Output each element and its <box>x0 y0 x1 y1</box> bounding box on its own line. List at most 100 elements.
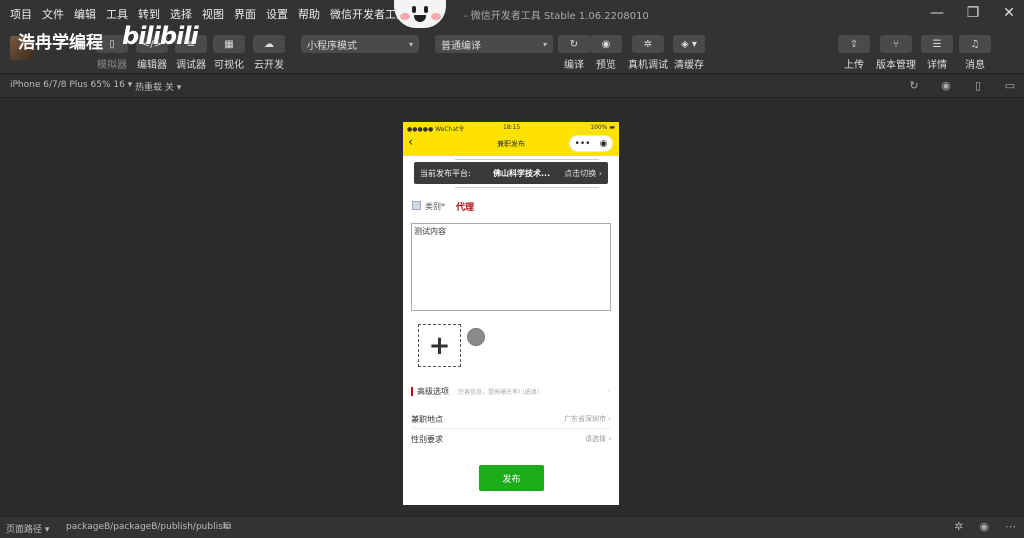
platform-switch-link[interactable]: 点击切换 › <box>564 168 602 179</box>
minimize-icon[interactable]: — <box>930 4 944 22</box>
eye-icon: ◉ <box>590 35 622 53</box>
watermark-text: 浩冉学编程 <box>18 33 103 53</box>
advanced-hint: 完善信息，提高曝光率! (选填) <box>458 389 539 396</box>
menu-item-settings[interactable]: 设置 <box>266 6 288 22</box>
mascot-eye-right <box>424 6 428 13</box>
status-time: 18:15 <box>503 124 521 131</box>
category-label: 类别* <box>425 202 445 211</box>
upload-button[interactable]: ⇪ 上传 <box>838 35 870 71</box>
messages-button[interactable]: ♫ 消息 <box>959 35 991 71</box>
branch-icon: ⑂ <box>880 35 912 53</box>
advanced-label: 高级选项 <box>417 387 449 396</box>
bottom-status-bar: 页面路径 ▾ packageB/packageB/publish/publish… <box>0 516 1024 538</box>
phone-frame-icon[interactable]: ▯ <box>972 79 984 92</box>
bug-icon[interactable]: ✲ <box>954 520 963 533</box>
mascot-face-icon <box>394 0 446 28</box>
cloud-label: 云开发 <box>254 60 284 71</box>
gender-row[interactable]: 性别要求 请选择 › <box>411 432 611 448</box>
version-label: 版本管理 <box>876 60 916 71</box>
location-value: 广东省深圳市 › <box>563 415 611 423</box>
publish-button[interactable]: 发布 <box>479 465 544 491</box>
menu-item-interface[interactable]: 界面 <box>234 6 256 22</box>
details-button[interactable]: ☰ 详情 <box>921 35 953 71</box>
mascot-eye-left <box>412 6 416 13</box>
visual-label: 可视化 <box>214 60 244 71</box>
clear-cache-button[interactable]: ◈ ▾ 清缓存 <box>673 35 705 71</box>
upload-label: 上传 <box>844 60 864 71</box>
menu-item-goto[interactable]: 转到 <box>138 6 160 22</box>
menu-item-project[interactable]: 项目 <box>10 6 32 22</box>
video-watermark: 浩冉学编程 bilibili <box>10 22 199 62</box>
platform-name: 佛山科学技术... <box>493 169 551 178</box>
bottom-tools: ✲ ◉ ⋯ <box>954 520 1016 533</box>
divider-top <box>455 159 599 160</box>
bilibili-logo: bilibili <box>122 22 199 50</box>
phone-simulator: ●●●●● WeChat令 18:15 100% ▬ ‹ 兼职发布 ••• ◉ … <box>403 122 619 505</box>
window-title: - 微信开发者工具 Stable 1.06.2208010 <box>464 11 649 22</box>
menu-item-tools[interactable]: 工具 <box>106 6 128 22</box>
more-icon[interactable]: ••• <box>575 139 591 149</box>
layers-icon: ◈ ▾ <box>673 35 705 53</box>
bell-icon: ♫ <box>959 35 991 53</box>
chevron-right-icon: › <box>607 386 611 395</box>
menu-item-edit[interactable]: 编辑 <box>74 6 96 22</box>
divider-bottom <box>455 187 599 188</box>
compile-button[interactable]: ↻ 编译 <box>558 35 590 71</box>
close-icon[interactable]: ✕ <box>1002 4 1016 22</box>
mode-select[interactable]: 小程序模式 ▾ <box>301 35 419 53</box>
row-divider <box>411 428 611 429</box>
remote-debug-label: 真机调试 <box>628 60 668 71</box>
visual-button[interactable]: ▦ 可视化 <box>213 35 245 71</box>
device-select[interactable]: iPhone 6/7/8 Plus 65% 16 ▾ <box>10 80 132 90</box>
copy-icon[interactable]: ⧉ <box>224 521 231 532</box>
version-button[interactable]: ⑂ 版本管理 <box>876 35 916 71</box>
stop-icon[interactable]: ◉ <box>940 79 952 92</box>
touch-cursor <box>467 328 485 346</box>
device-bar: iPhone 6/7/8 Plus 65% 16 ▾ 热重载 关 ▾ ↻ ◉ ▯… <box>0 75 1024 98</box>
location-label: 兼职地点 <box>411 415 443 424</box>
advanced-options-row[interactable]: 高级选项 完善信息，提高曝光率! (选填) › <box>411 385 611 399</box>
page-path-label[interactable]: 页面路径 ▾ <box>6 522 49 535</box>
mascot-mouth <box>414 15 426 22</box>
chevron-down-icon: ▾ <box>542 39 547 49</box>
phone-nav-bar: ‹ 兼职发布 ••• ◉ <box>403 132 619 156</box>
gender-value: 请选择 › <box>584 435 611 443</box>
rotate-icon[interactable]: ↻ <box>908 79 920 92</box>
preview-button[interactable]: ◉ 预览 <box>590 35 622 71</box>
close-target-icon[interactable]: ◉ <box>600 139 608 149</box>
accent-bar <box>411 387 413 396</box>
menu-item-select[interactable]: 选择 <box>170 6 192 22</box>
main-menu: 项目 文件 编辑 工具 转到 选择 视图 界面 设置 帮助 微信开发者工具 <box>0 6 417 22</box>
compile-select-value: 普通编译 <box>441 40 481 52</box>
window-controls: — ❐ ✕ <box>930 4 1016 22</box>
more-icon[interactable]: ⋯ <box>1005 520 1016 533</box>
cloud-button[interactable]: ☁ 云开发 <box>253 35 285 71</box>
platform-banner[interactable]: 当前发布平台: 佛山科学技术... 点击切换 › <box>414 162 608 184</box>
location-row[interactable]: 兼职地点 广东省深圳市 › <box>411 412 611 428</box>
hot-reload-select[interactable]: 热重载 关 ▾ <box>135 80 181 93</box>
compile-select[interactable]: 普通编译 ▾ <box>435 35 553 53</box>
category-icon <box>412 201 421 210</box>
detach-icon[interactable]: ▭ <box>1004 79 1016 92</box>
remote-debug-button[interactable]: ✲ 真机调试 <box>628 35 668 71</box>
gender-label: 性别要求 <box>411 435 443 444</box>
bug-icon: ✲ <box>632 35 664 53</box>
content-textarea[interactable]: 测试内容 <box>411 223 611 311</box>
maximize-icon[interactable]: ❐ <box>966 4 980 22</box>
page-path-value: packageB/packageB/publish/publish <box>66 522 229 532</box>
add-image-button[interactable]: + <box>418 324 461 367</box>
preview-label: 预览 <box>596 60 616 71</box>
mascot-blush-right <box>431 13 441 20</box>
clear-cache-label: 清缓存 <box>674 60 704 71</box>
details-label: 详情 <box>927 60 947 71</box>
menu-item-view[interactable]: 视图 <box>202 6 224 22</box>
menu-item-help[interactable]: 帮助 <box>298 6 320 22</box>
eye-icon[interactable]: ◉ <box>979 520 989 533</box>
category-value[interactable]: 代理 <box>456 200 474 213</box>
mini-program-capsule: ••• ◉ <box>569 135 613 152</box>
mascot-blush-left <box>400 13 410 20</box>
chevron-down-icon: ▾ <box>408 39 413 49</box>
menu-item-file[interactable]: 文件 <box>42 6 64 22</box>
phone-status-bar: ●●●●● WeChat令 18:15 100% ▬ <box>403 122 619 133</box>
mode-select-value: 小程序模式 <box>307 40 357 52</box>
